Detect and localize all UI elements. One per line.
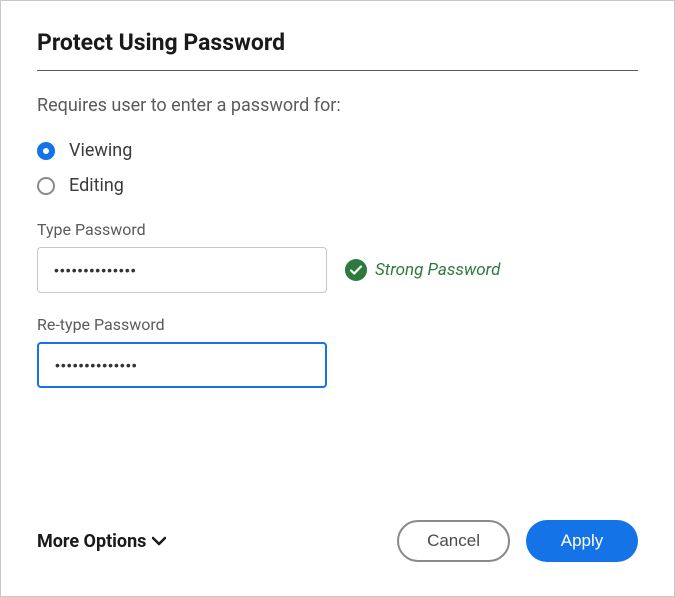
type-password-input[interactable] <box>37 247 327 293</box>
apply-button[interactable]: Apply <box>526 520 638 562</box>
instruction-text: Requires user to enter a password for: <box>37 95 638 116</box>
radio-option-editing[interactable]: Editing <box>37 175 638 196</box>
radio-circle-viewing <box>37 142 55 160</box>
permission-radio-group: Viewing Editing <box>37 140 638 196</box>
dialog-button-group: Cancel Apply <box>397 520 638 562</box>
retype-password-label: Re-type Password <box>37 315 638 334</box>
protect-password-dialog: Protect Using Password Requires user to … <box>0 0 675 597</box>
type-password-label: Type Password <box>37 220 638 239</box>
radio-label-editing: Editing <box>69 175 124 196</box>
title-divider <box>37 70 638 71</box>
radio-option-viewing[interactable]: Viewing <box>37 140 638 161</box>
dialog-footer: More Options Cancel Apply <box>37 520 638 562</box>
password-strength-text: Strong Password <box>375 260 500 280</box>
radio-label-viewing: Viewing <box>69 140 132 161</box>
password-strength-indicator: Strong Password <box>345 259 500 281</box>
check-circle-icon <box>345 259 367 281</box>
retype-password-input[interactable] <box>37 342 327 388</box>
retype-password-section: Re-type Password <box>37 315 638 388</box>
more-options-toggle[interactable]: More Options <box>37 531 166 552</box>
type-password-row: Strong Password <box>37 247 638 293</box>
cancel-button[interactable]: Cancel <box>397 520 510 562</box>
radio-circle-editing <box>37 177 55 195</box>
dialog-title: Protect Using Password <box>37 29 638 56</box>
chevron-down-icon <box>152 536 166 546</box>
more-options-label: More Options <box>37 531 146 552</box>
